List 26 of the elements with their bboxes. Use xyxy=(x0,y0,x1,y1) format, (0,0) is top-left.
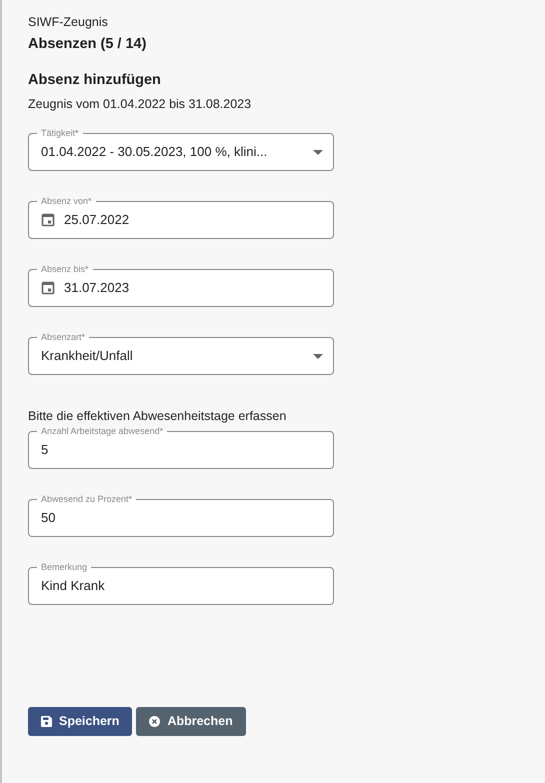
dropdown-caret-icon[interactable] xyxy=(313,354,323,358)
field-value: Krankheit/Unfall xyxy=(41,347,134,366)
field-value: Kind Krank xyxy=(41,577,106,596)
section-title: Absenz hinzufügen xyxy=(28,71,162,90)
instruction-text: Bitte die effektiven Abwesenheitstage erfassen xyxy=(28,408,288,425)
dropdown-caret-icon[interactable] xyxy=(313,150,323,154)
cancel-button[interactable]: Abbrechen xyxy=(136,707,246,736)
breadcrumb: SIWF-Zeugnis xyxy=(28,14,109,31)
calendar-icon[interactable] xyxy=(41,213,55,227)
field-label: Tätigkeit* xyxy=(37,127,83,139)
field-value: 25.07.2022 xyxy=(64,211,130,230)
page-title: Absenzen (5 / 14) xyxy=(28,35,148,54)
field-value: 31.07.2023 xyxy=(64,279,130,298)
field-value: 5 xyxy=(41,441,50,460)
field-value: 01.04.2022 - 30.05.2023, 100 %, klini... xyxy=(41,143,268,162)
field-label: Bemerkung xyxy=(37,561,92,573)
save-button[interactable]: Speichern xyxy=(28,707,132,736)
field-label: Absenzart* xyxy=(37,331,90,343)
field-label: Abwesend zu Prozent* xyxy=(37,493,136,505)
close-icon xyxy=(149,716,160,727)
field-value: 50 xyxy=(41,509,56,528)
field-label: Absenz von* xyxy=(37,195,96,207)
field-label: Anzahl Arbeitstage abwesend* xyxy=(37,425,168,437)
subtitle: Zeugnis vom 01.04.2022 bis 31.08.2023 xyxy=(28,96,252,113)
field-label: Absenz bis* xyxy=(37,263,93,275)
calendar-icon[interactable] xyxy=(41,281,55,295)
